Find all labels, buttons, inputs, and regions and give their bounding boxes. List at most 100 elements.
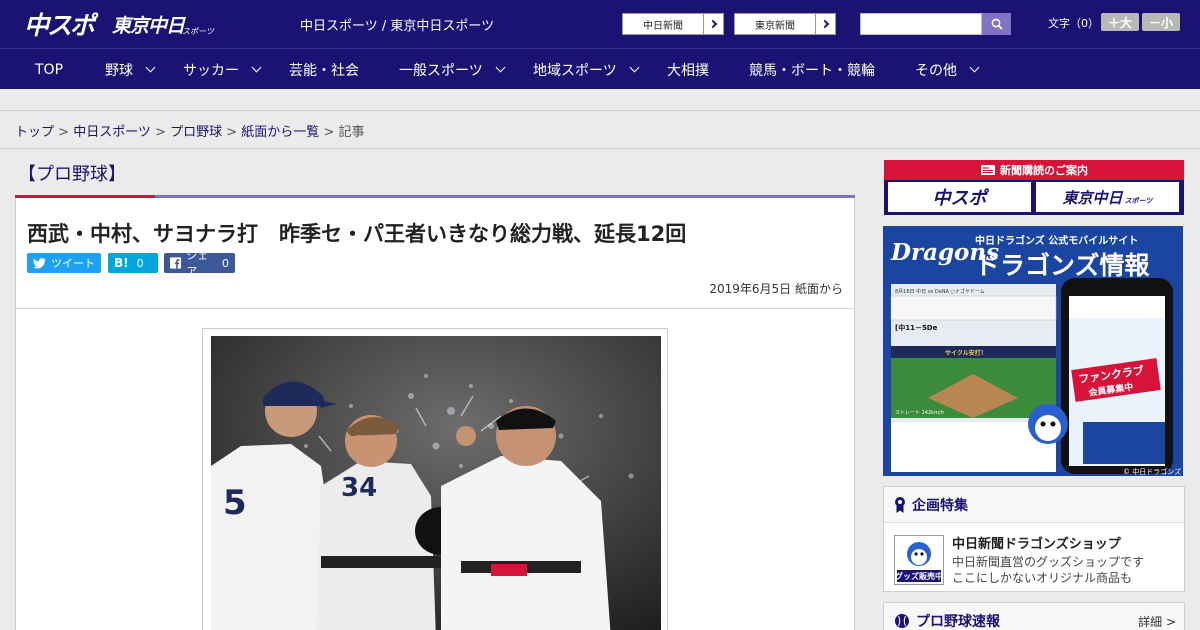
ad-pitch-info: ストレート 142km/h (895, 410, 944, 416)
nav-item-racing[interactable]: 競馬・ボート・競輪 (749, 49, 875, 90)
dragons-shop-desc-line2: ここにしかないオリジナル商品も (952, 571, 1133, 585)
breadcrumb-link-paper-list[interactable]: 紙面から一覧 (241, 125, 319, 140)
article-date: 2019年6月5日 紙面から (709, 282, 843, 296)
nav-label: その他 (915, 62, 957, 79)
site-header: 中スポ 東京中日 スポーツ 中日スポーツ / 東京中日スポーツ 中日新聞 東京新… (0, 0, 1200, 48)
ad-title: ドラゴンズ情報 (975, 251, 1151, 280)
font-size-label: 文字（0） (1048, 17, 1099, 30)
article-photo-frame: 5 34 (202, 328, 668, 630)
celebration-photo-illustration: 5 34 (211, 336, 661, 630)
feature-section-title: 企画特集 (912, 497, 968, 514)
shop-thumb-label: グッズ販売中 (895, 571, 943, 581)
dragons-shop-link[interactable]: 中日新聞ドラゴンズショップ (952, 533, 1121, 552)
article-photo[interactable]: 5 34 (211, 336, 661, 630)
award-ribbon-icon (895, 496, 905, 513)
tokyo-shimbun-link[interactable]: 東京新聞 (734, 13, 836, 35)
nav-item-baseball[interactable]: 野球 (105, 49, 156, 90)
chevron-down-icon (495, 62, 506, 73)
facebook-share-button[interactable]: シェア 0 (164, 249, 235, 278)
twitter-icon (33, 257, 46, 268)
promo-logo-tokyo-chunichi[interactable]: 東京中日 スポーツ (1036, 182, 1179, 212)
logo-tokyo-chunichi[interactable]: 東京中日 (112, 11, 185, 38)
nav-label: 芸能・社会 (289, 62, 359, 79)
nav-label: 一般スポーツ (399, 62, 483, 79)
breadcrumb-link-top[interactable]: トップ (15, 125, 54, 140)
breadcrumb-bar: トップ > 中日スポーツ > プロ野球 > 紙面から一覧 > 記事 (0, 111, 1200, 149)
search-button[interactable] (982, 13, 1011, 35)
ad-score-display: [中11－5De (895, 323, 938, 332)
search-icon (991, 18, 1003, 30)
svg-text:34: 34 (341, 473, 377, 503)
feature-section-header: 企画特集 (884, 487, 1184, 523)
dragons-shop-desc-line1: 中日新聞直営のグッズショップです (952, 555, 1145, 569)
dragons-mobile-ad[interactable]: Dragons 中日ドラゴンズ 公式モバイルサイト ドラゴンズ情報 8月16日 … (883, 226, 1183, 476)
feature-section: 企画特集 グッズ販売中 中日新聞ドラゴンズショップ 中日新聞直営のグッズショップ… (883, 486, 1185, 592)
baseball-live-more-link[interactable]: 詳細 > (1138, 613, 1176, 630)
twitter-share-button[interactable]: ツイート (27, 253, 101, 273)
nav-item-top[interactable]: TOP (35, 49, 63, 90)
nav-item-local-sports[interactable]: 地域スポーツ (533, 49, 640, 90)
ad-cycle-hit: サイクル安打！ (945, 349, 987, 357)
nav-label: 大相撲 (667, 62, 709, 79)
article-headline: 西武・中村、サヨナラ打 昨季セ・パ王者いきなり総力戦、延長12回 (27, 222, 687, 246)
nav-label: 野球 (105, 62, 133, 79)
baseball-icon (895, 614, 909, 628)
hatena-icon: B! (114, 256, 129, 270)
nav-label: 競馬・ボート・競輪 (749, 62, 875, 79)
breadcrumb-link-chunichi-sports[interactable]: 中日スポーツ (73, 125, 151, 140)
facebook-icon (170, 257, 182, 269)
baseball-live-section: プロ野球速報 詳細 > (883, 602, 1185, 630)
twitter-share-label: ツイート (51, 257, 95, 270)
baseball-live-header: プロ野球速報 詳細 > (884, 603, 1184, 630)
promo-logo-tokyo-label: 東京中日 (1062, 188, 1123, 207)
nav-item-sumo[interactable]: 大相撲 (667, 49, 709, 90)
nav-item-others[interactable]: その他 (915, 49, 980, 90)
subscription-promo-title: 新聞購読のご案内 (1000, 164, 1088, 177)
font-larger-button[interactable]: ＋大 (1101, 13, 1139, 31)
facebook-count: 0 (222, 256, 229, 270)
breadcrumb-current: 記事 (338, 125, 365, 140)
nav-label: TOP (35, 61, 64, 78)
ad-subtitle: 中日ドラゴンズ 公式モバイルサイト (975, 234, 1138, 247)
baseball-live-title: プロ野球速報 (916, 614, 1000, 630)
ad-spacer (0, 89, 1200, 111)
subscription-promo-header: 新聞購読のご案内 (884, 160, 1184, 180)
nav-item-soccer[interactable]: サッカー (183, 49, 262, 90)
hatena-count: 0 (136, 256, 144, 270)
dragons-shop-thumbnail[interactable]: グッズ販売中 (894, 535, 944, 585)
promo-logo-chuspo[interactable]: 中スポ (888, 182, 1031, 212)
breadcrumb-separator: > (222, 125, 242, 140)
nav-label: サッカー (183, 62, 239, 79)
font-smaller-button[interactable]: －小 (1142, 13, 1180, 31)
breadcrumb: トップ > 中日スポーツ > プロ野球 > 紙面から一覧 > 記事 (15, 121, 365, 140)
breadcrumb-link-pro-baseball[interactable]: プロ野球 (170, 125, 222, 140)
chevron-down-icon (251, 62, 262, 73)
nav-item-entertainment[interactable]: 芸能・社会 (289, 49, 359, 90)
ad-copyright: © 中日ドラゴンズ (1123, 467, 1181, 476)
site-name-link[interactable]: 中日スポーツ / 東京中日スポーツ (300, 15, 494, 34)
svg-text:5: 5 (223, 483, 247, 523)
logo-chuspo[interactable]: 中スポ (24, 6, 95, 42)
nav-item-general-sports[interactable]: 一般スポーツ (399, 49, 506, 90)
dragons-shop-mascot-image: グッズ販売中 (895, 536, 943, 584)
dragons-ad-illustration: Dragons 中日ドラゴンズ 公式モバイルサイト ドラゴンズ情報 8月16日 … (883, 226, 1183, 476)
chevron-right-icon (815, 14, 835, 34)
search-input[interactable] (860, 13, 982, 35)
breadcrumb-separator: > (319, 125, 339, 140)
breadcrumb-separator: > (150, 125, 171, 140)
chunichi-shimbun-link[interactable]: 中日新聞 (622, 13, 724, 35)
facebook-share-label: シェア (186, 249, 209, 278)
chevron-down-icon (629, 62, 640, 73)
main-nav: TOP 野球 サッカー 芸能・社会 一般スポーツ 地域スポーツ 大相撲 競馬・ボ… (0, 48, 1200, 89)
tokyo-shimbun-label: 東京新聞 (755, 20, 795, 32)
subscription-promo[interactable]: 新聞購読のご案内 中スポ 東京中日 スポーツ (884, 160, 1184, 215)
newspaper-icon (981, 165, 995, 175)
chunichi-shimbun-label: 中日新聞 (643, 20, 683, 32)
ad-score-caption: 8月16日 中日 vs DeNA ○ナゴヤドーム (895, 288, 985, 295)
promo-logo-tokyo-sub: スポーツ (1124, 197, 1153, 205)
chevron-down-icon (145, 62, 156, 73)
article-category: 【プロ野球】 (18, 164, 126, 185)
hatena-bookmark-button[interactable]: B! 0 (108, 253, 158, 273)
dragons-shop-description: 中日新聞直営のグッズショップです ここにしかないオリジナル商品も (952, 554, 1144, 586)
chevron-right-icon (703, 14, 723, 34)
